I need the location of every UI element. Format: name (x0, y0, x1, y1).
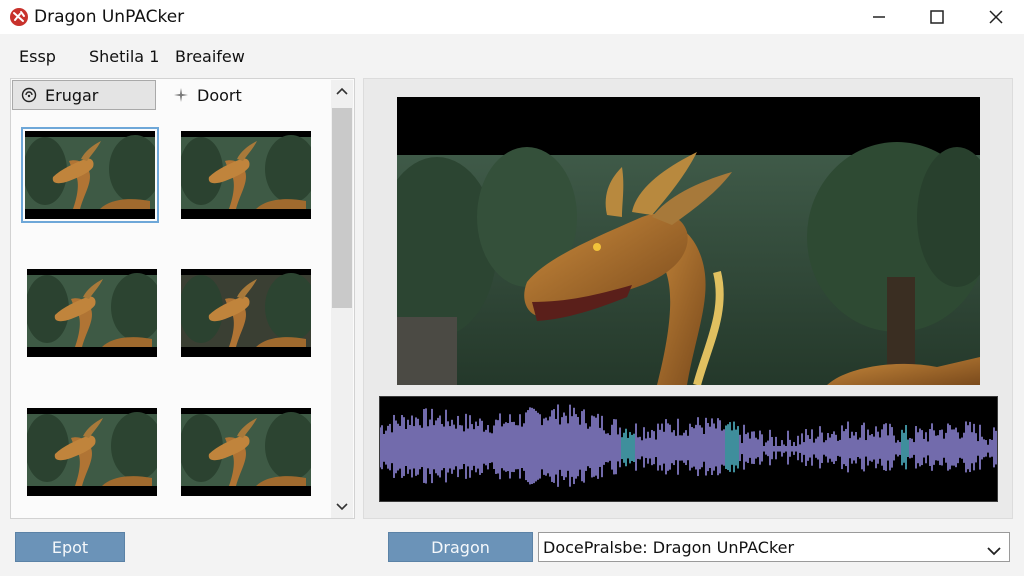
scroll-thumb[interactable] (332, 108, 352, 308)
disc-icon (21, 87, 37, 103)
chevron-down-icon (336, 503, 348, 511)
export-button[interactable]: Epot (15, 532, 125, 562)
title-bar: Dragon UnPACker (0, 0, 1024, 34)
menu-bar: Essp Shetila 1 Breaifew (0, 34, 1024, 76)
menu-item-essp[interactable]: Essp (19, 47, 56, 66)
tab-doort-label: Doort (197, 85, 242, 105)
tab-erugar-label: Erugar (45, 85, 99, 105)
maximize-button[interactable] (914, 0, 960, 34)
maximize-icon (930, 10, 944, 24)
tab-erugar[interactable]: Erugar (12, 80, 156, 110)
window-title: Dragon UnPACker (34, 7, 185, 27)
scroll-up-button[interactable] (331, 80, 353, 102)
audio-waveform[interactable] (379, 396, 998, 502)
thumbnail-dragon-forest-3[interactable] (27, 269, 157, 357)
thumbnail-scrollbar[interactable] (331, 80, 353, 518)
thumbnail-dragon-forest-2[interactable] (181, 131, 311, 219)
scroll-down-button[interactable] (331, 496, 353, 518)
minimize-button[interactable] (856, 0, 902, 34)
dragon-button[interactable]: Dragon (388, 532, 533, 562)
chevron-up-icon (336, 87, 348, 95)
sparkle-icon (173, 87, 189, 103)
thumbnail-dragon-forest-1[interactable] (21, 127, 159, 223)
chevron-down-icon (987, 541, 1001, 560)
tab-doort[interactable]: Doort (169, 80, 319, 110)
close-button[interactable] (973, 0, 1019, 34)
thumbnail-dragon-forest-dark[interactable] (181, 269, 311, 357)
menu-item-breaifew[interactable]: Breaifew (175, 47, 245, 66)
waveform-graphic (380, 404, 997, 487)
app-logo-icon (9, 7, 29, 27)
thumbnail-dragon-forest-5[interactable] (27, 408, 157, 496)
dropdown-value: DocePralsbe: Dragon UnPACker (543, 537, 795, 557)
minimize-icon (873, 16, 885, 18)
menu-item-shetila[interactable]: Shetila 1 (89, 47, 159, 66)
file-type-dropdown[interactable]: DocePralsbe: Dragon UnPACker (538, 532, 1010, 562)
dragon-preview-image (397, 97, 980, 385)
close-icon (989, 10, 1003, 24)
thumbnail-dragon-forest-6[interactable] (181, 408, 311, 496)
